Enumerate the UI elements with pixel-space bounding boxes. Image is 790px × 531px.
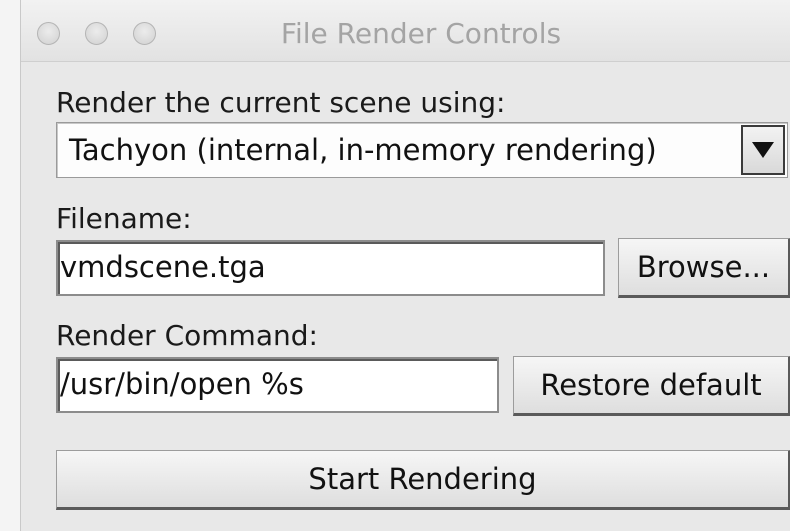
chevron-down-icon[interactable] — [741, 125, 785, 175]
browse-button[interactable]: Browse... — [618, 238, 790, 298]
render-method-label: Render the current scene using: — [56, 86, 506, 119]
title-bar: File Render Controls — [21, 0, 790, 62]
render-command-value: /usr/bin/open %s — [60, 367, 304, 401]
restore-default-button[interactable]: Restore default — [513, 356, 790, 416]
file-render-controls-window: File Render Controls Render the current … — [20, 0, 790, 531]
filename-value: vmdscene.tga — [60, 250, 266, 284]
render-command-label: Render Command: — [56, 319, 318, 352]
filename-label: Filename: — [56, 202, 192, 235]
start-rendering-button[interactable]: Start Rendering — [56, 450, 790, 510]
render-command-field[interactable]: /usr/bin/open %s — [56, 357, 499, 413]
render-method-value: Tachyon (internal, in-memory rendering) — [69, 133, 657, 167]
window-title: File Render Controls — [280, 17, 562, 50]
render-method-select[interactable]: Tachyon (internal, in-memory rendering) — [56, 122, 788, 178]
filename-field[interactable]: vmdscene.tga — [56, 240, 605, 296]
